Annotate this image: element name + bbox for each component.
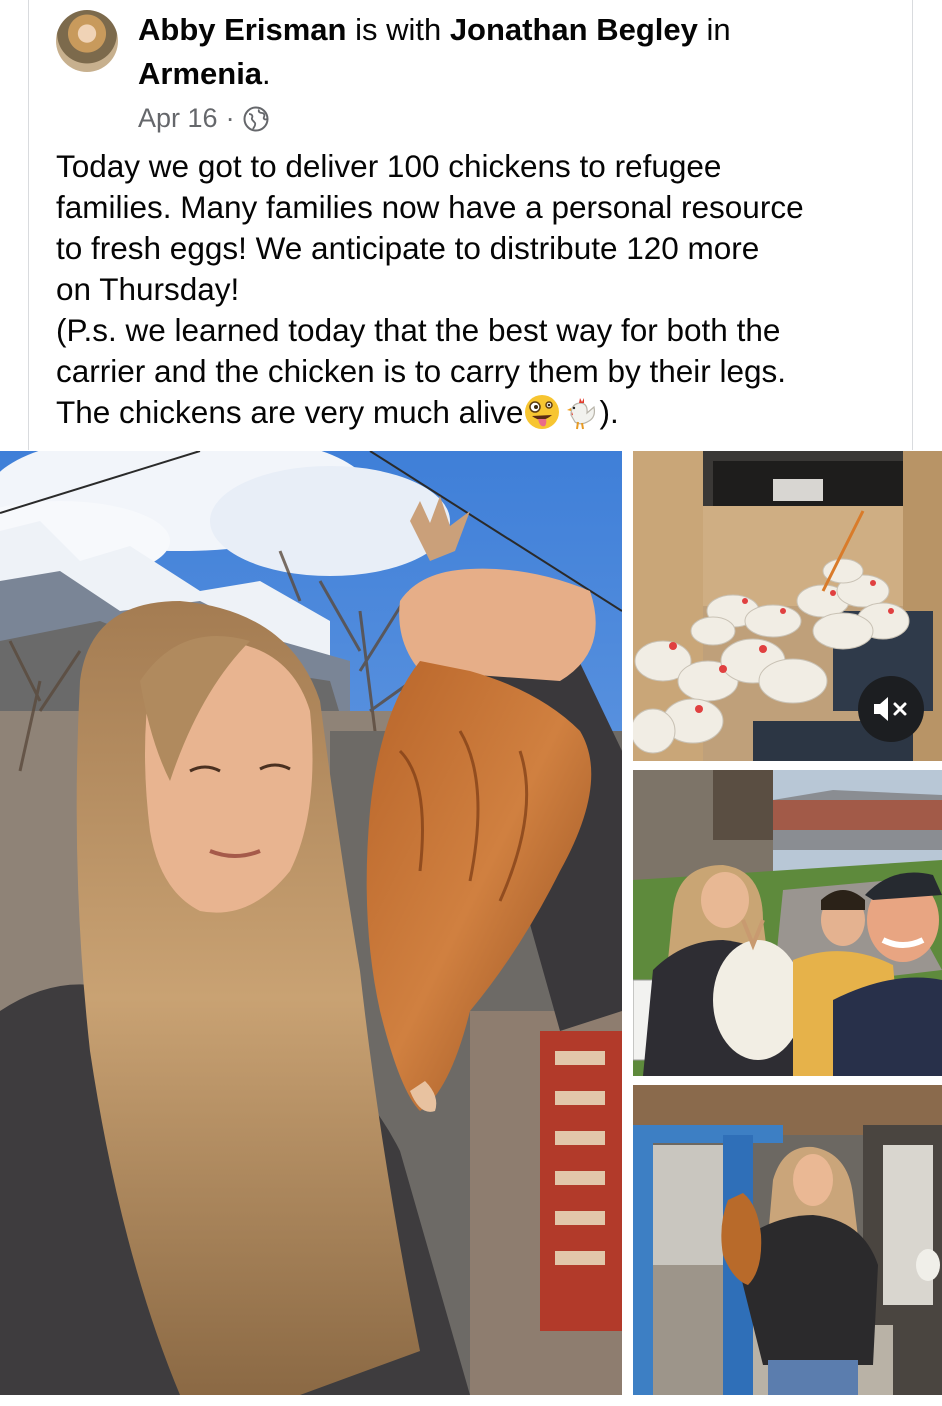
- card-border-left: [28, 0, 29, 450]
- with-text: is with: [346, 12, 450, 47]
- post-meta: Apr 16 ·: [138, 100, 269, 136]
- photo-main[interactable]: [0, 451, 622, 1395]
- tagged-user[interactable]: Jonathan Begley: [450, 12, 698, 47]
- rooster-emoji: [561, 393, 599, 431]
- post-date[interactable]: Apr 16: [138, 100, 218, 136]
- post-body-end: ).: [599, 394, 619, 430]
- author-avatar[interactable]: [56, 10, 118, 72]
- location-link[interactable]: Armenia: [138, 56, 262, 91]
- zany-face-emoji: [523, 393, 561, 431]
- speaker-muted-icon: [871, 694, 911, 724]
- location-suffix: .: [262, 56, 271, 91]
- card-border-right: [912, 0, 913, 450]
- post-body-text: Today we got to deliver 100 chickens to …: [56, 148, 804, 430]
- mute-toggle-button[interactable]: [858, 676, 924, 742]
- globe-icon[interactable]: [243, 105, 269, 132]
- photo-doorway[interactable]: [633, 1085, 942, 1395]
- post-header: Abby Erisman is with Jonathan Begley in: [138, 8, 878, 52]
- post-location-line: Armenia.: [138, 52, 878, 96]
- post-body: Today we got to deliver 100 chickens to …: [56, 146, 896, 433]
- photo-group[interactable]: [633, 770, 942, 1076]
- meta-separator: ·: [225, 103, 235, 133]
- in-text: in: [697, 12, 731, 47]
- author-name[interactable]: Abby Erisman: [138, 12, 346, 47]
